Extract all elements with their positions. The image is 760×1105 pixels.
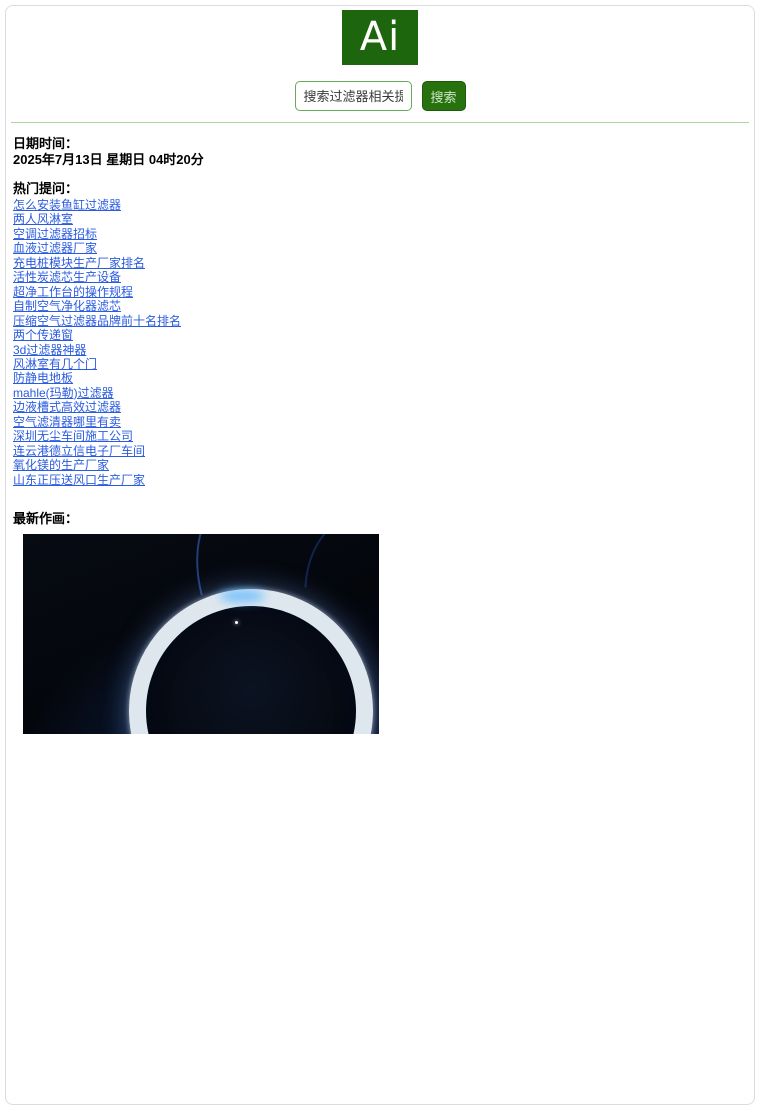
datetime-value: 2025年7月13日 星期日 04时20分 <box>13 152 744 167</box>
list-item: 活性炭滤芯生产设备 <box>13 270 744 284</box>
list-item: 深圳无尘车间施工公司 <box>13 429 744 443</box>
latest-artwork-section: 最新作画： <box>13 511 744 734</box>
list-item: 氧化镁的生产厂家 <box>13 458 744 472</box>
list-item: 压缩空气过滤器品牌前十名排名 <box>13 314 744 328</box>
main-card: Ai 搜索 日期时间： 2025年7月13日 星期日 04时20分 热门提问： … <box>5 5 755 1105</box>
list-item: 山东正压送风口生产厂家 <box>13 473 744 487</box>
hot-questions-list: 怎么安装鱼缸过滤器 两人风淋室 空调过滤器招标 血液过滤器厂家 <box>13 198 744 487</box>
search-button[interactable]: 搜索 <box>422 81 466 111</box>
hot-question-link[interactable]: 氧化镁的生产厂家 <box>13 458 109 472</box>
list-item: 超净工作台的操作规程 <box>13 285 744 299</box>
hot-question-link[interactable]: 风淋室有几个门 <box>13 357 97 371</box>
list-item: 空调过滤器招标 <box>13 227 744 241</box>
hot-question-link[interactable]: 3d过滤器神器 <box>13 343 86 357</box>
hot-question-link[interactable]: 自制空气净化器滤芯 <box>13 299 121 313</box>
site-logo: Ai <box>342 10 418 65</box>
list-item: 充电桩模块生产厂家排名 <box>13 256 744 270</box>
artwork-image <box>23 534 379 734</box>
hot-question-link[interactable]: 两人风淋室 <box>13 212 73 226</box>
hot-question-link[interactable]: 防静电地板 <box>13 371 73 385</box>
hot-question-link[interactable]: 边液槽式高效过滤器 <box>13 400 121 414</box>
hot-question-link[interactable]: 连云港德立信电子厂车间 <box>13 444 145 458</box>
hot-question-link[interactable]: 怎么安装鱼缸过滤器 <box>13 198 121 212</box>
list-item: 风淋室有几个门 <box>13 357 744 371</box>
list-item: 3d过滤器神器 <box>13 343 744 357</box>
hot-question-link[interactable]: 空气滤清器哪里有卖 <box>13 415 121 429</box>
list-item: 自制空气净化器滤芯 <box>13 299 744 313</box>
hot-question-link[interactable]: 空调过滤器招标 <box>13 227 97 241</box>
list-item: 边液槽式高效过滤器 <box>13 400 744 414</box>
list-item: 两人风淋室 <box>13 212 744 226</box>
content: 日期时间： 2025年7月13日 星期日 04时20分 热门提问： 怎么安装鱼缸… <box>6 123 754 734</box>
datetime-section: 日期时间： 2025年7月13日 星期日 04时20分 <box>13 136 744 167</box>
hot-questions-section: 热门提问： 怎么安装鱼缸过滤器 两人风淋室 空调过滤器招标 <box>13 181 744 487</box>
hot-question-link[interactable]: 血液过滤器厂家 <box>13 241 97 255</box>
list-item: 空气滤清器哪里有卖 <box>13 415 744 429</box>
list-item: 防静电地板 <box>13 371 744 385</box>
hot-question-link[interactable]: 压缩空气过滤器品牌前十名排名 <box>13 314 181 328</box>
hot-question-link[interactable]: 两个传递窗 <box>13 328 73 342</box>
datetime-label: 日期时间： <box>13 136 744 151</box>
list-item: 怎么安装鱼缸过滤器 <box>13 198 744 212</box>
hot-question-link[interactable]: 活性炭滤芯生产设备 <box>13 270 121 284</box>
list-item: 两个传递窗 <box>13 328 744 342</box>
hot-questions-label: 热门提问： <box>13 181 744 196</box>
list-item: 血液过滤器厂家 <box>13 241 744 255</box>
hot-question-link[interactable]: 深圳无尘车间施工公司 <box>13 429 133 443</box>
hot-question-link[interactable]: 山东正压送风口生产厂家 <box>13 473 145 487</box>
search-input[interactable] <box>295 81 412 111</box>
search-bar: 搜索 <box>6 81 754 111</box>
list-item: mahle(玛勒)过滤器 <box>13 386 744 400</box>
artwork-ring-glint <box>219 590 265 602</box>
latest-artwork-label: 最新作画： <box>13 511 744 526</box>
hot-question-link[interactable]: mahle(玛勒)过滤器 <box>13 386 114 400</box>
hot-question-link[interactable]: 充电桩模块生产厂家排名 <box>13 256 145 270</box>
hot-question-link[interactable]: 超净工作台的操作规程 <box>13 285 133 299</box>
list-item: 连云港德立信电子厂车间 <box>13 444 744 458</box>
header: Ai 搜索 <box>6 6 754 111</box>
